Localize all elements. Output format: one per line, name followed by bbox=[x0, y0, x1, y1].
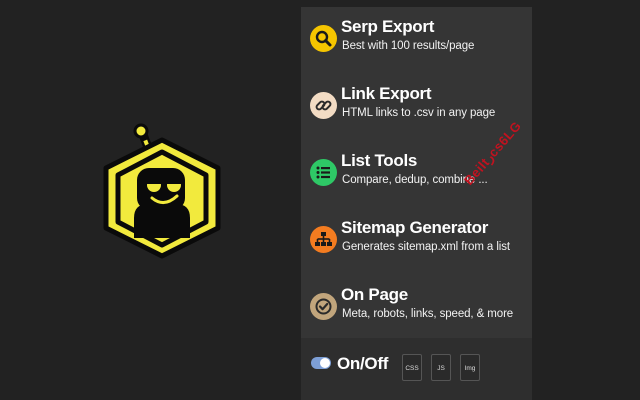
check-circle-icon bbox=[310, 293, 337, 320]
list-icon bbox=[310, 159, 337, 186]
menu-list: Serp Export Best with 100 results/page L… bbox=[301, 7, 532, 338]
on-off-toggle[interactable] bbox=[311, 357, 331, 369]
search-icon bbox=[310, 25, 337, 52]
app-logo bbox=[98, 122, 226, 262]
menu-item-title: List Tools bbox=[341, 151, 418, 170]
menu-item-on-page[interactable]: On Page Meta, robots, links, speed, & mo… bbox=[301, 275, 532, 337]
img-toggle-button[interactable]: Img bbox=[460, 354, 480, 381]
js-toggle-button[interactable]: JS bbox=[431, 354, 451, 381]
menu-item-subtitle: Meta, robots, links, speed, & more bbox=[342, 308, 514, 320]
menu-item-serp-export[interactable]: Serp Export Best with 100 results/page bbox=[301, 7, 532, 69]
menu-item-title: Link Export bbox=[341, 84, 432, 103]
link-icon bbox=[310, 92, 337, 119]
menu-item-sitemap-generator[interactable]: Sitemap Generator Generates sitemap.xml … bbox=[301, 208, 532, 270]
panel-footer: On/Off CSS JS Img bbox=[301, 338, 532, 400]
css-toggle-button[interactable]: CSS bbox=[402, 354, 422, 381]
robot-hexagon-icon bbox=[103, 123, 221, 259]
menu-item-title: Sitemap Generator bbox=[341, 218, 489, 237]
menu-item-subtitle: HTML links to .csv in any page bbox=[342, 107, 496, 119]
menu-item-subtitle: Best with 100 results/page bbox=[342, 40, 475, 52]
menu-item-link-export[interactable]: Link Export HTML links to .csv in any pa… bbox=[301, 74, 532, 136]
menu-item-title: Serp Export bbox=[341, 17, 435, 36]
extension-menu-panel: Serp Export Best with 100 results/page L… bbox=[301, 7, 532, 400]
sitemap-icon bbox=[310, 226, 337, 253]
toggle-knob bbox=[320, 358, 330, 368]
toggle-label: On/Off bbox=[337, 354, 389, 373]
menu-item-title: On Page bbox=[341, 285, 408, 304]
menu-item-subtitle: Generates sitemap.xml from a list bbox=[342, 241, 510, 253]
